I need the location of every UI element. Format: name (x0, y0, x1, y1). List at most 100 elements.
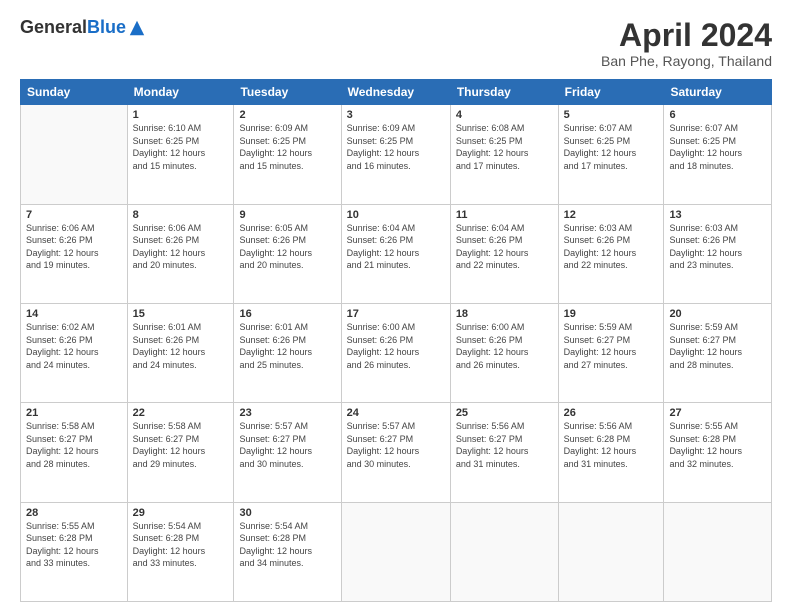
calendar-cell: 4Sunrise: 6:08 AM Sunset: 6:25 PM Daylig… (450, 105, 558, 204)
calendar-week-row: 1Sunrise: 6:10 AM Sunset: 6:25 PM Daylig… (21, 105, 772, 204)
day-info: Sunrise: 6:05 AM Sunset: 6:26 PM Dayligh… (239, 222, 335, 272)
day-info: Sunrise: 5:57 AM Sunset: 6:27 PM Dayligh… (239, 420, 335, 470)
day-info: Sunrise: 5:58 AM Sunset: 6:27 PM Dayligh… (133, 420, 229, 470)
calendar-cell: 25Sunrise: 5:56 AM Sunset: 6:27 PM Dayli… (450, 403, 558, 502)
calendar-cell: 23Sunrise: 5:57 AM Sunset: 6:27 PM Dayli… (234, 403, 341, 502)
day-number: 9 (239, 209, 335, 221)
day-info: Sunrise: 6:06 AM Sunset: 6:26 PM Dayligh… (26, 222, 122, 272)
logo: GeneralBlue (20, 18, 146, 38)
day-number: 13 (669, 209, 766, 221)
day-info: Sunrise: 6:03 AM Sunset: 6:26 PM Dayligh… (669, 222, 766, 272)
calendar-cell (341, 502, 450, 601)
weekday-header: Monday (127, 80, 234, 105)
calendar-week-row: 28Sunrise: 5:55 AM Sunset: 6:28 PM Dayli… (21, 502, 772, 601)
day-number: 10 (347, 209, 445, 221)
day-info: Sunrise: 5:58 AM Sunset: 6:27 PM Dayligh… (26, 420, 122, 470)
day-number: 20 (669, 308, 766, 320)
weekday-header: Sunday (21, 80, 128, 105)
calendar-cell: 17Sunrise: 6:00 AM Sunset: 6:26 PM Dayli… (341, 303, 450, 402)
calendar-cell: 9Sunrise: 6:05 AM Sunset: 6:26 PM Daylig… (234, 204, 341, 303)
day-number: 25 (456, 407, 553, 419)
day-info: Sunrise: 5:57 AM Sunset: 6:27 PM Dayligh… (347, 420, 445, 470)
calendar-cell: 15Sunrise: 6:01 AM Sunset: 6:26 PM Dayli… (127, 303, 234, 402)
calendar-table: SundayMondayTuesdayWednesdayThursdayFrid… (20, 79, 772, 602)
calendar-week-row: 14Sunrise: 6:02 AM Sunset: 6:26 PM Dayli… (21, 303, 772, 402)
calendar-cell: 30Sunrise: 5:54 AM Sunset: 6:28 PM Dayli… (234, 502, 341, 601)
day-number: 22 (133, 407, 229, 419)
weekday-header: Friday (558, 80, 664, 105)
day-number: 29 (133, 507, 229, 519)
day-info: Sunrise: 6:06 AM Sunset: 6:26 PM Dayligh… (133, 222, 229, 272)
calendar-cell: 28Sunrise: 5:55 AM Sunset: 6:28 PM Dayli… (21, 502, 128, 601)
day-info: Sunrise: 6:08 AM Sunset: 6:25 PM Dayligh… (456, 122, 553, 172)
day-info: Sunrise: 5:56 AM Sunset: 6:27 PM Dayligh… (456, 420, 553, 470)
calendar-cell: 7Sunrise: 6:06 AM Sunset: 6:26 PM Daylig… (21, 204, 128, 303)
logo-icon (128, 19, 146, 37)
calendar-cell: 20Sunrise: 5:59 AM Sunset: 6:27 PM Dayli… (664, 303, 772, 402)
day-number: 30 (239, 507, 335, 519)
day-number: 26 (564, 407, 659, 419)
day-number: 18 (456, 308, 553, 320)
calendar-cell: 5Sunrise: 6:07 AM Sunset: 6:25 PM Daylig… (558, 105, 664, 204)
day-info: Sunrise: 6:00 AM Sunset: 6:26 PM Dayligh… (347, 321, 445, 371)
day-info: Sunrise: 6:01 AM Sunset: 6:26 PM Dayligh… (239, 321, 335, 371)
calendar-cell: 18Sunrise: 6:00 AM Sunset: 6:26 PM Dayli… (450, 303, 558, 402)
month-title: April 2024 (601, 18, 772, 53)
calendar-cell: 3Sunrise: 6:09 AM Sunset: 6:25 PM Daylig… (341, 105, 450, 204)
calendar-cell: 21Sunrise: 5:58 AM Sunset: 6:27 PM Dayli… (21, 403, 128, 502)
day-info: Sunrise: 6:00 AM Sunset: 6:26 PM Dayligh… (456, 321, 553, 371)
calendar-cell (664, 502, 772, 601)
day-info: Sunrise: 6:09 AM Sunset: 6:25 PM Dayligh… (347, 122, 445, 172)
day-number: 14 (26, 308, 122, 320)
calendar-cell: 13Sunrise: 6:03 AM Sunset: 6:26 PM Dayli… (664, 204, 772, 303)
day-info: Sunrise: 5:59 AM Sunset: 6:27 PM Dayligh… (669, 321, 766, 371)
day-info: Sunrise: 6:01 AM Sunset: 6:26 PM Dayligh… (133, 321, 229, 371)
day-number: 12 (564, 209, 659, 221)
day-info: Sunrise: 6:04 AM Sunset: 6:26 PM Dayligh… (456, 222, 553, 272)
day-number: 5 (564, 109, 659, 121)
weekday-header: Thursday (450, 80, 558, 105)
day-number: 27 (669, 407, 766, 419)
logo-general: GeneralBlue (20, 18, 126, 38)
calendar-cell: 29Sunrise: 5:54 AM Sunset: 6:28 PM Dayli… (127, 502, 234, 601)
location-title: Ban Phe, Rayong, Thailand (601, 53, 772, 69)
day-number: 7 (26, 209, 122, 221)
day-number: 15 (133, 308, 229, 320)
calendar-cell: 24Sunrise: 5:57 AM Sunset: 6:27 PM Dayli… (341, 403, 450, 502)
calendar-cell: 19Sunrise: 5:59 AM Sunset: 6:27 PM Dayli… (558, 303, 664, 402)
day-number: 1 (133, 109, 229, 121)
calendar-cell: 16Sunrise: 6:01 AM Sunset: 6:26 PM Dayli… (234, 303, 341, 402)
calendar-week-row: 21Sunrise: 5:58 AM Sunset: 6:27 PM Dayli… (21, 403, 772, 502)
weekday-header: Wednesday (341, 80, 450, 105)
day-number: 23 (239, 407, 335, 419)
day-number: 3 (347, 109, 445, 121)
day-info: Sunrise: 5:54 AM Sunset: 6:28 PM Dayligh… (239, 520, 335, 570)
calendar-week-row: 7Sunrise: 6:06 AM Sunset: 6:26 PM Daylig… (21, 204, 772, 303)
day-number: 8 (133, 209, 229, 221)
day-info: Sunrise: 6:04 AM Sunset: 6:26 PM Dayligh… (347, 222, 445, 272)
calendar-cell (558, 502, 664, 601)
day-number: 21 (26, 407, 122, 419)
day-info: Sunrise: 5:56 AM Sunset: 6:28 PM Dayligh… (564, 420, 659, 470)
day-info: Sunrise: 6:02 AM Sunset: 6:26 PM Dayligh… (26, 321, 122, 371)
day-number: 6 (669, 109, 766, 121)
calendar-cell: 11Sunrise: 6:04 AM Sunset: 6:26 PM Dayli… (450, 204, 558, 303)
calendar-cell: 10Sunrise: 6:04 AM Sunset: 6:26 PM Dayli… (341, 204, 450, 303)
day-info: Sunrise: 5:55 AM Sunset: 6:28 PM Dayligh… (26, 520, 122, 570)
title-area: April 2024 Ban Phe, Rayong, Thailand (601, 18, 772, 69)
calendar-cell (450, 502, 558, 601)
day-info: Sunrise: 5:54 AM Sunset: 6:28 PM Dayligh… (133, 520, 229, 570)
day-info: Sunrise: 6:07 AM Sunset: 6:25 PM Dayligh… (564, 122, 659, 172)
day-number: 11 (456, 209, 553, 221)
day-number: 16 (239, 308, 335, 320)
calendar-cell: 1Sunrise: 6:10 AM Sunset: 6:25 PM Daylig… (127, 105, 234, 204)
day-number: 19 (564, 308, 659, 320)
calendar-cell: 2Sunrise: 6:09 AM Sunset: 6:25 PM Daylig… (234, 105, 341, 204)
day-info: Sunrise: 6:09 AM Sunset: 6:25 PM Dayligh… (239, 122, 335, 172)
calendar-cell: 22Sunrise: 5:58 AM Sunset: 6:27 PM Dayli… (127, 403, 234, 502)
calendar-cell: 26Sunrise: 5:56 AM Sunset: 6:28 PM Dayli… (558, 403, 664, 502)
day-number: 2 (239, 109, 335, 121)
day-number: 17 (347, 308, 445, 320)
day-number: 28 (26, 507, 122, 519)
calendar-cell: 6Sunrise: 6:07 AM Sunset: 6:25 PM Daylig… (664, 105, 772, 204)
